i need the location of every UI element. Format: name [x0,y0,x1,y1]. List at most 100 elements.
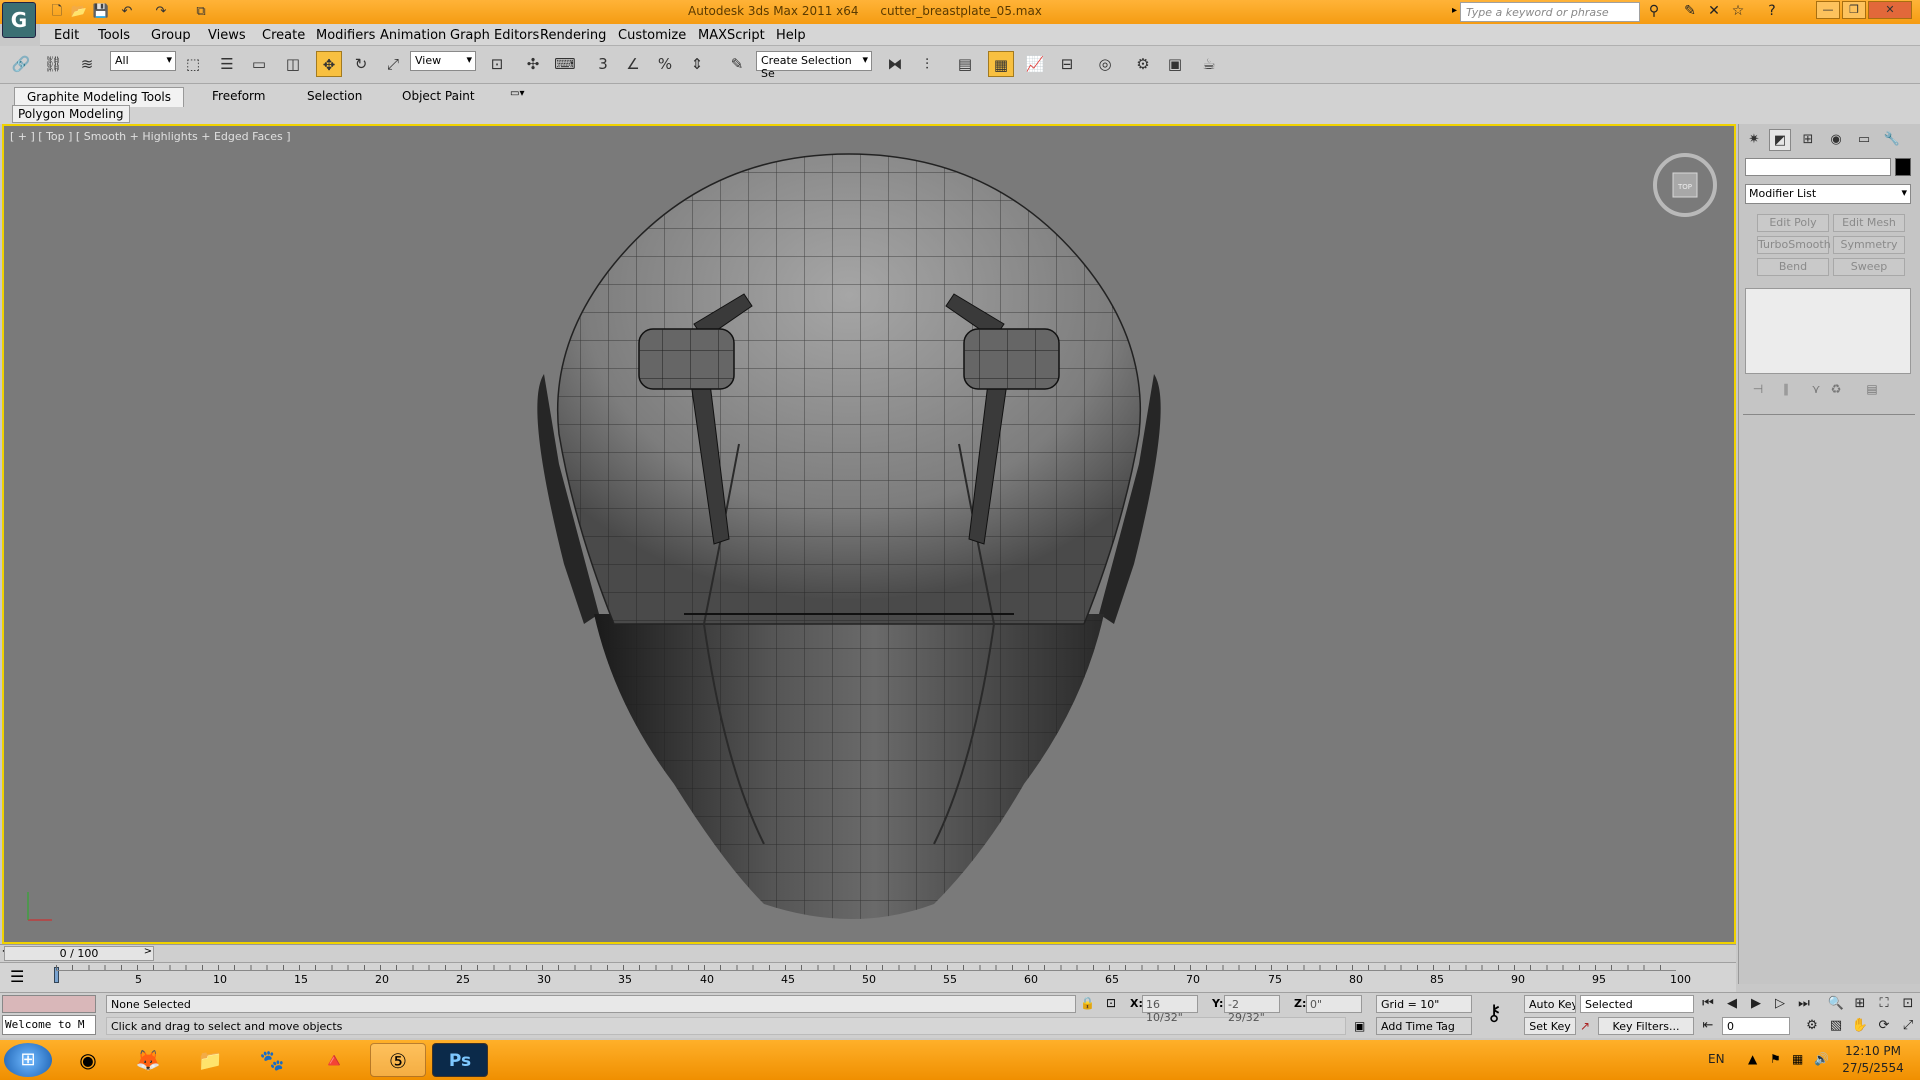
menu-modifiers[interactable]: Modifiers [316,28,375,43]
gimp-icon[interactable]: 🐾 [244,1043,300,1077]
application-button[interactable]: G [2,2,36,38]
tab-freeform[interactable]: Freeform [200,87,277,107]
redo-icon[interactable]: ↷ [152,3,170,21]
communication-center-icon[interactable]: ✎ [1680,3,1700,21]
bend-button[interactable]: Bend [1757,258,1829,276]
clock-date[interactable]: 27/5/2554 [1838,1061,1908,1075]
snaps-toggle-icon[interactable]: 3 [590,51,616,77]
minimize-button[interactable]: — [1816,1,1840,19]
utilities-tab-icon[interactable]: 🔧 [1881,129,1903,151]
track-bar[interactable]: ☰ 5 10 15 20 25 30 35 40 45 50 55 60 65 … [0,962,1736,992]
modify-tab-icon[interactable]: ◩ [1769,129,1791,151]
language-indicator[interactable]: EN [1708,1052,1725,1066]
next-frame-icon[interactable]: ▷ [1770,995,1790,1013]
bind-space-warp-icon[interactable]: ≋ [74,51,100,77]
viewport-label-menu[interactable]: [ + ] [ Top ] [ Smooth + Highlights + Ed… [10,130,291,143]
pan-view-icon[interactable]: ✋ [1850,1017,1870,1035]
display-tab-icon[interactable]: ▭ [1853,129,1875,151]
project-folder-icon[interactable]: ⧉ [192,3,210,21]
tab-graphite-modeling-tools[interactable]: Graphite Modeling Tools [14,87,185,107]
rectangular-selection-icon[interactable]: ▭ [246,51,272,77]
mirror-icon[interactable]: ⧓ [882,51,908,77]
absolute-mode-icon[interactable]: ⊡ [1106,996,1116,1010]
tab-object-paint[interactable]: Object Paint [390,87,487,107]
menu-help[interactable]: Help [776,28,806,43]
clock-time[interactable]: 12:10 PM [1838,1044,1908,1058]
zoom-extents-all-icon[interactable]: ⊡ [1898,995,1918,1013]
field-of-view-icon[interactable]: ▧ [1826,1017,1846,1035]
angle-snap-icon[interactable]: ∠ [620,51,646,77]
create-tab-icon[interactable]: ✷ [1743,129,1765,151]
window-crossing-icon[interactable]: ◫ [280,51,306,77]
schematic-view-icon[interactable]: ⊟ [1054,51,1080,77]
network-icon[interactable]: ▦ [1792,1052,1803,1066]
pin-stack-icon[interactable]: ⊣ [1749,382,1767,400]
graphite-toggle-icon[interactable]: ▦ [988,51,1014,77]
current-frame-field[interactable]: 0 [1722,1017,1790,1035]
zoom-icon[interactable]: 🔍 [1826,995,1846,1013]
time-tag-icon[interactable]: ▣ [1354,1019,1365,1033]
turbosmooth-button[interactable]: TurboSmooth [1757,236,1831,254]
remove-modifier-icon[interactable]: ♻ [1827,382,1845,400]
default-in-out-tangent-icon[interactable]: ↗ [1580,1019,1590,1033]
make-unique-icon[interactable]: ⋎ [1807,382,1825,400]
render-setup-icon[interactable]: ⚙ [1130,51,1156,77]
spinner-snap-icon[interactable]: ⇕ [684,51,710,77]
key-mode-dropdown[interactable]: Selected [1580,995,1694,1013]
binoculars-icon[interactable]: ⚲ [1644,3,1664,21]
menu-maxscript[interactable]: MAXScript [698,28,765,43]
save-file-icon[interactable]: 💾 [92,3,110,21]
configure-modifier-sets-icon[interactable]: ▤ [1863,382,1881,400]
play-icon[interactable]: ▶ [1746,995,1766,1013]
go-to-end-icon[interactable]: ⏭ [1794,995,1814,1013]
explorer-icon[interactable]: 📁 [182,1043,238,1077]
pivot-center-icon[interactable]: ⊡ [484,51,510,77]
menu-graph-editors[interactable]: Graph Editors [450,28,539,43]
select-and-manipulate-icon[interactable]: ✣ [520,51,546,77]
time-next-arrow-icon[interactable]: > [142,946,154,961]
key-mode-toggle-icon[interactable]: ⇤ [1698,1017,1718,1035]
render-teapot-icon[interactable]: ☕ [1196,51,1222,77]
start-button[interactable]: ⊞ [4,1043,52,1077]
open-file-icon[interactable]: 📂 [70,3,88,21]
set-key-mode-key-icon[interactable]: ⚷ [1486,1001,1502,1026]
set-key-button[interactable]: Set Key [1524,1017,1576,1035]
tab-selection[interactable]: Selection [295,87,374,107]
time-slider[interactable]: 0 / 100 [4,946,154,961]
zoom-extents-icon[interactable]: ⛶ [1874,995,1894,1013]
ribbon-options-icon[interactable]: ▭▾ [510,88,524,99]
volume-icon[interactable]: 🔊 [1814,1052,1829,1066]
previous-frame-icon[interactable]: ◀ [1722,995,1742,1013]
reference-coordinate-dropdown[interactable]: View [410,51,476,71]
orbit-icon[interactable]: ⟳ [1874,1017,1894,1035]
select-object-icon[interactable]: ⬚ [180,51,206,77]
vlc-icon[interactable]: 🔺 [306,1043,362,1077]
help-icon[interactable]: ? [1762,3,1782,21]
time-configuration-icon[interactable]: ⚙ [1802,1017,1822,1035]
select-by-name-icon[interactable]: ☰ [214,51,240,77]
tray-expand-icon[interactable]: ▲ [1748,1052,1757,1066]
menu-edit[interactable]: Edit [54,28,79,43]
object-color-swatch[interactable] [1895,158,1911,176]
object-name-field[interactable] [1745,158,1891,176]
keyboard-shortcut-override-icon[interactable]: ⌨ [552,51,578,77]
edit-poly-button[interactable]: Edit Poly [1757,214,1829,232]
menu-views[interactable]: Views [208,28,246,43]
modifier-stack[interactable] [1745,288,1911,374]
selection-filter-dropdown[interactable]: All [110,51,176,71]
connect-icon[interactable]: ✕ [1704,3,1724,21]
menu-customize[interactable]: Customize [618,28,686,43]
polygon-modeling-panel[interactable]: Polygon Modeling [12,105,130,123]
photoshop-icon[interactable]: Ps [432,1043,488,1077]
sweep-button[interactable]: Sweep [1833,258,1905,276]
edit-mesh-button[interactable]: Edit Mesh [1833,214,1905,232]
maxscript-listener-input[interactable]: Welcome to M [2,1015,96,1035]
hierarchy-tab-icon[interactable]: ⊞ [1797,129,1819,151]
align-icon[interactable]: ⫶ [914,51,940,77]
auto-key-button[interactable]: Auto Key [1524,995,1576,1013]
z-coord-field[interactable]: 0" [1306,995,1362,1013]
firefox-icon[interactable]: 🦊 [120,1043,176,1077]
close-button[interactable]: ✕ [1868,1,1912,19]
tray-flag-icon[interactable]: ⚑ [1770,1052,1781,1066]
menu-create[interactable]: Create [262,28,305,43]
